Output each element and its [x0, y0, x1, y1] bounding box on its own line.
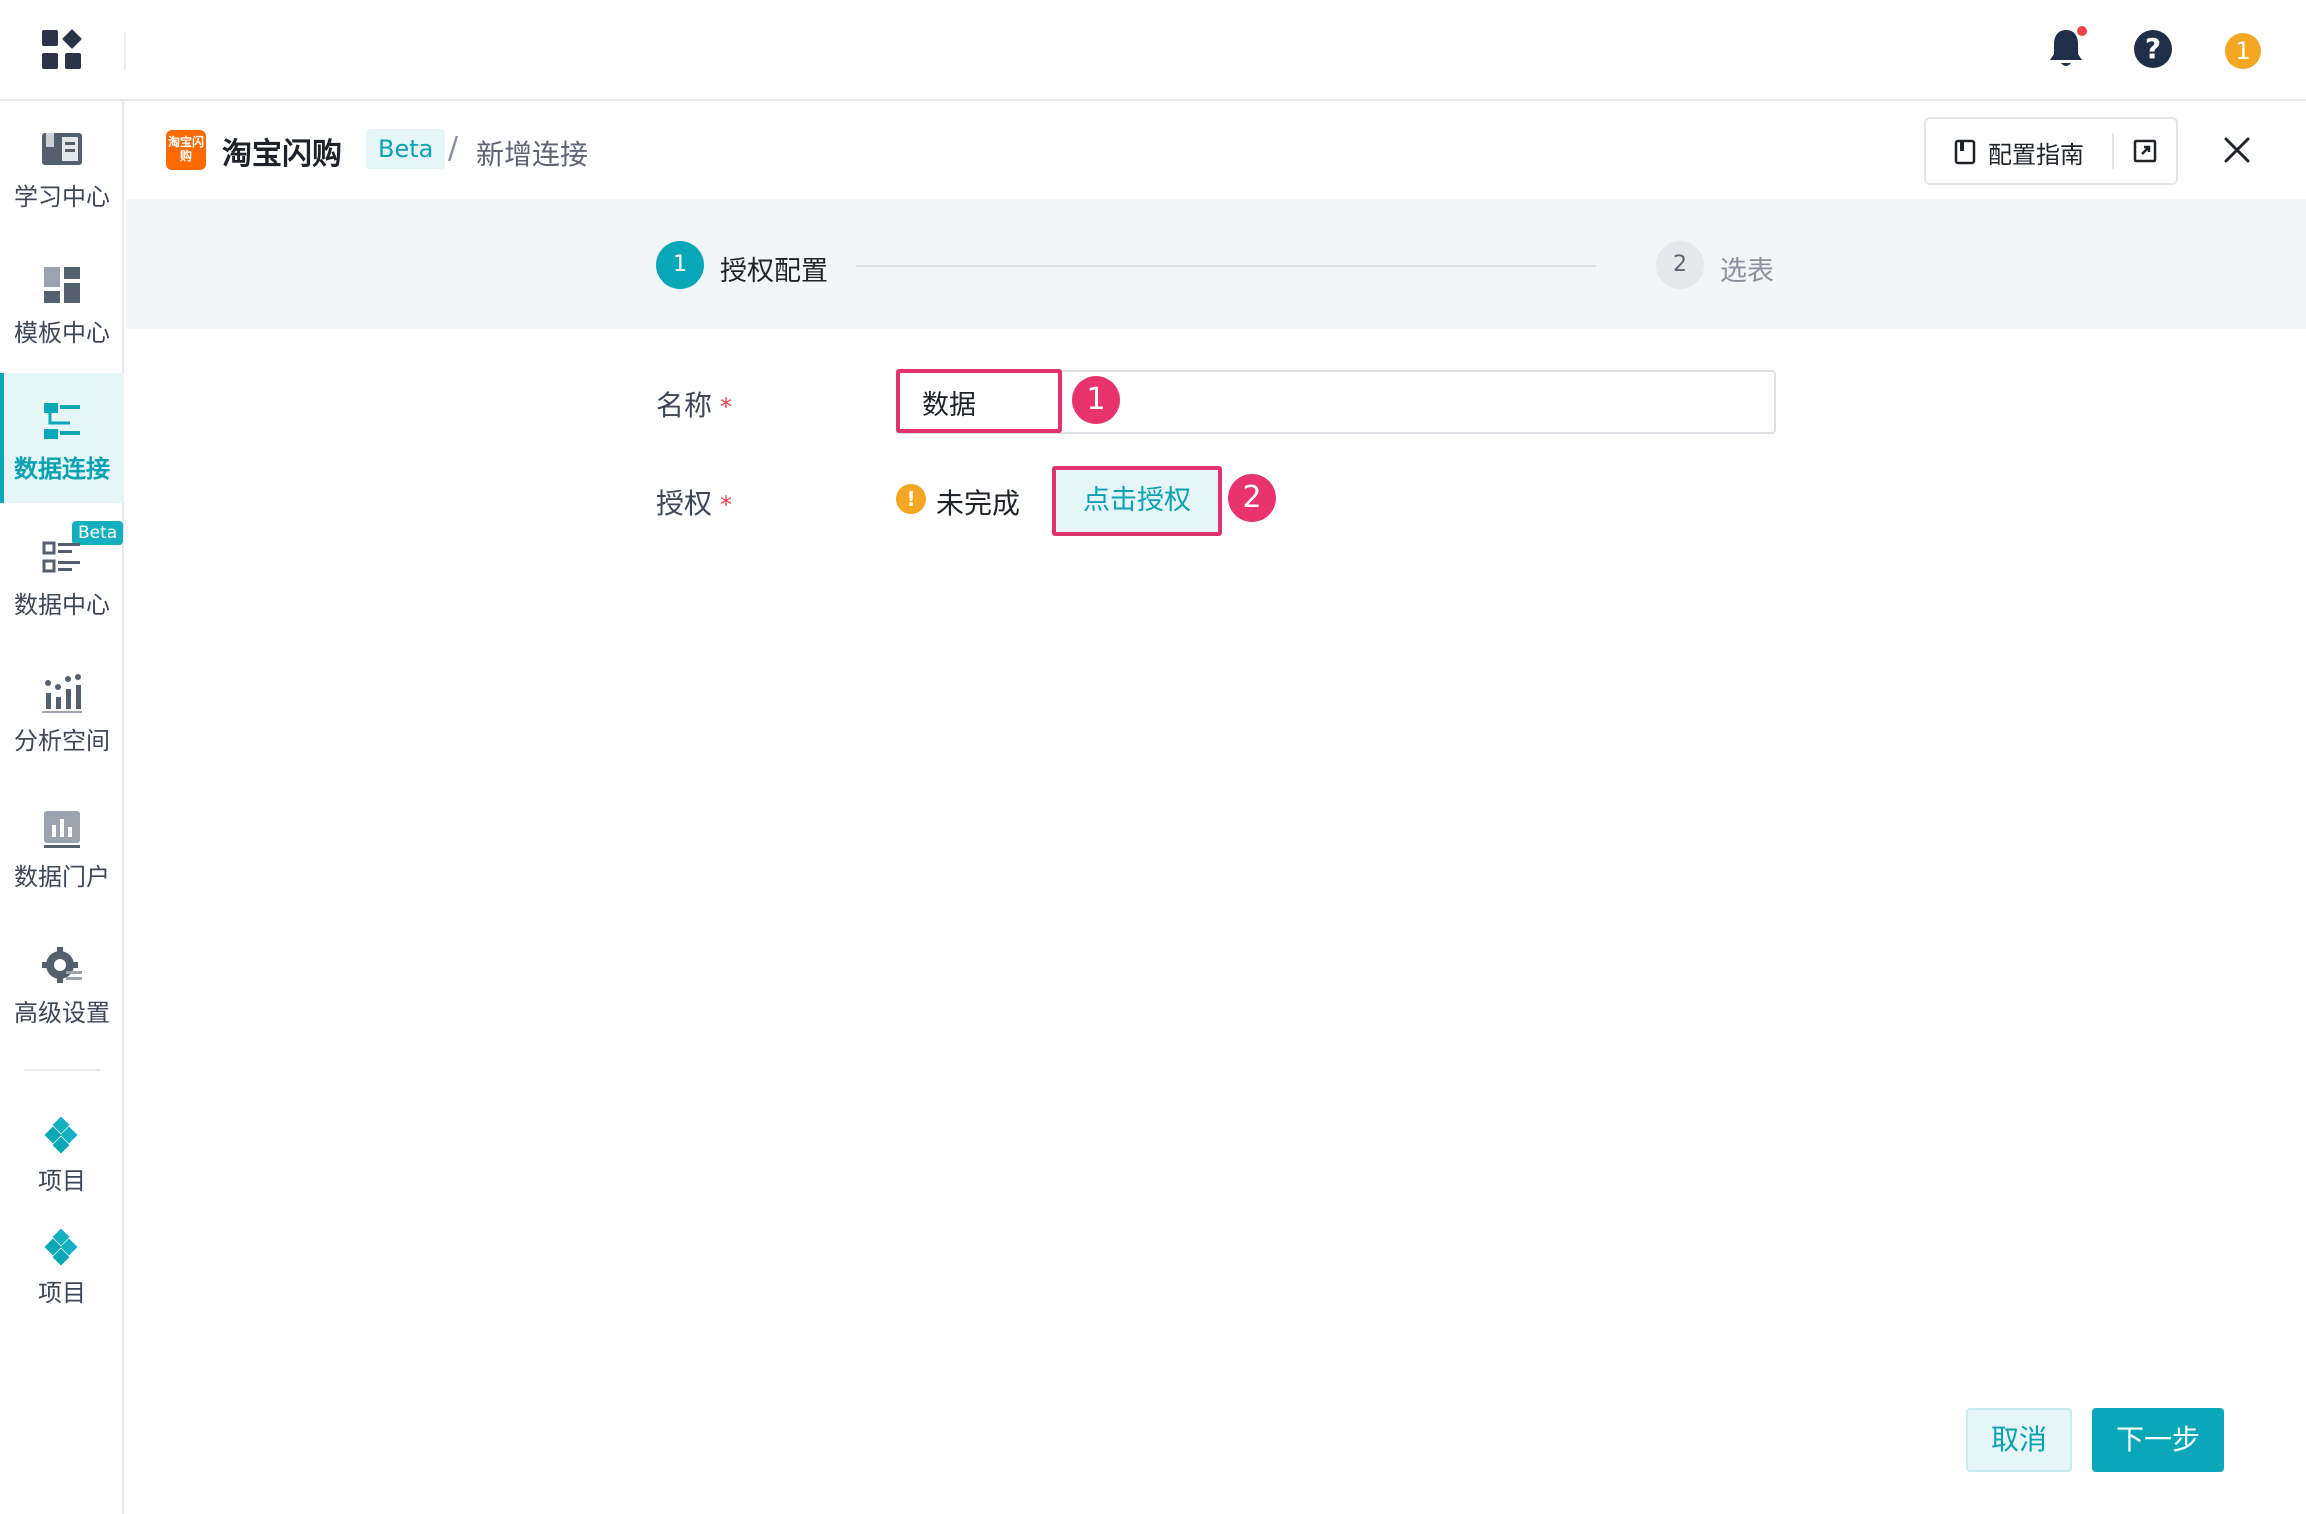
sidebar-item-label: 高级设置 — [14, 999, 110, 1027]
breadcrumb-separator: / — [448, 131, 459, 166]
cancel-button[interactable]: 取消 — [1966, 1408, 2072, 1472]
config-guide-button[interactable]: 配置指南 — [1926, 119, 2112, 183]
sidebar-item-data-portal[interactable]: 数据门户 — [0, 781, 124, 911]
annotation-marker-2: 2 — [1228, 474, 1276, 522]
step-2-number: 2 — [1656, 241, 1704, 289]
document-icon — [1954, 139, 1976, 165]
sidebar-item-learning-center[interactable]: 学习中心 — [0, 101, 124, 231]
page-header: 淘宝闪购 淘宝闪购 Beta / 新增连接 配置指南 — [126, 101, 2306, 199]
sidebar-item-analysis-space[interactable]: 分析空间 — [0, 645, 124, 775]
brand-logo: 淘宝闪购 — [166, 130, 206, 170]
name-label: 名称 * — [656, 384, 732, 424]
name-label-text: 名称 — [656, 389, 713, 422]
sidebar-item-label: 数据连接 — [14, 455, 110, 483]
steps-bar: 1 授权配置 2 选表 — [126, 199, 2306, 329]
required-mark: * — [720, 393, 733, 421]
name-input[interactable] — [896, 370, 1776, 434]
user-avatar[interactable]: 1 — [2225, 33, 2261, 69]
step-1-number: 1 — [656, 241, 704, 289]
step-connector — [856, 265, 1596, 267]
data-connection-icon — [44, 403, 80, 439]
warning-icon: ! — [896, 484, 926, 514]
sidebar-item-label: 数据中心 — [14, 591, 110, 619]
auth-label-text: 授权 — [656, 487, 713, 520]
config-guide-label: 配置指南 — [1988, 141, 2084, 169]
page-title: 淘宝闪购 — [222, 137, 342, 172]
guide-button-group: 配置指南 — [1924, 117, 2178, 185]
apps-grid-icon[interactable] — [40, 28, 84, 72]
sidebar-item-data-connection[interactable]: 数据连接 — [0, 373, 124, 503]
data-center-icon — [42, 541, 80, 573]
annotation-marker-1: 1 — [1072, 376, 1120, 424]
project-icon — [44, 1229, 78, 1266]
help-icon[interactable]: ? — [2134, 30, 2172, 68]
project-label: 项目 — [38, 1279, 86, 1307]
sidebar-item-data-center[interactable]: Beta 数据中心 — [0, 509, 124, 639]
beta-tag: Beta — [366, 129, 446, 169]
open-external-button[interactable] — [2114, 119, 2176, 183]
portal-icon — [44, 811, 80, 848]
topbar-divider — [124, 32, 126, 70]
sidebar-item-label: 模板中心 — [14, 319, 110, 347]
analysis-icon — [42, 674, 82, 713]
top-bar: ? 1 — [0, 0, 2306, 101]
sidebar-project-2[interactable]: 项目 — [0, 1219, 124, 1319]
project-icon — [44, 1117, 78, 1154]
next-step-button[interactable]: 下一步 — [2092, 1408, 2224, 1472]
auth-label: 授权 * — [656, 482, 732, 522]
template-icon — [44, 267, 80, 303]
sidebar-item-advanced-settings[interactable]: 高级设置 — [0, 917, 124, 1047]
breadcrumb-current: 新增连接 — [476, 138, 589, 171]
step-1-label: 授权配置 — [720, 256, 828, 287]
book-icon — [42, 133, 82, 165]
authorize-button[interactable]: 点击授权 — [1052, 466, 1222, 536]
step-2-label: 选表 — [1720, 256, 1774, 287]
sidebar-item-label: 数据门户 — [14, 863, 110, 891]
project-label: 项目 — [38, 1167, 86, 1195]
close-icon[interactable] — [2220, 133, 2254, 167]
sidebar-divider — [24, 1069, 100, 1071]
settings-icon — [42, 947, 82, 983]
sidebar-item-label: 学习中心 — [14, 183, 110, 211]
required-mark: * — [720, 491, 733, 519]
sidebar-project-1[interactable]: 项目 — [0, 1107, 124, 1207]
sidebar-item-template-center[interactable]: 模板中心 — [0, 237, 124, 367]
external-link-icon — [2133, 139, 2157, 163]
notification-dot — [2077, 26, 2087, 36]
sidebar-item-label: 分析空间 — [14, 727, 110, 755]
auth-status: 未完成 — [936, 487, 1021, 520]
sidebar: 学习中心 模板中心 数据连接 Beta 数据中心 分析空间 数据门户 高级设置 … — [0, 101, 124, 1514]
